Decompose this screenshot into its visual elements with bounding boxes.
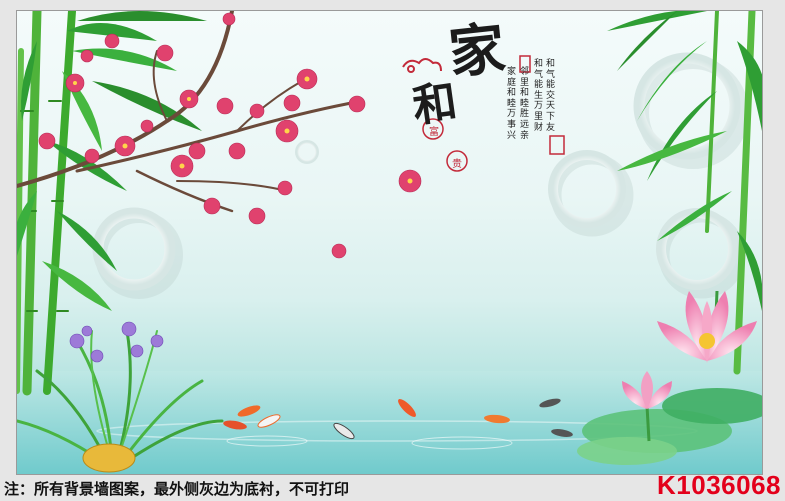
- wallpaper-mural: 家 和 富 贵 和气能交天下友 和气能生万里财 邻里和睦胜远亲 家庭和睦万事兴: [16, 10, 763, 475]
- calligraphy-block: 家 和 富 贵 和气能交天下友 和气能生万里财 邻里和睦胜远亲 家庭和睦万事兴: [409, 15, 589, 187]
- golden-rock: [82, 443, 136, 473]
- poem-column-1: 和气能交天下友: [545, 59, 555, 133]
- calligraphy-char-jia: 家: [445, 15, 509, 87]
- white-ring: [92, 207, 183, 299]
- mural-artwork: [17, 11, 762, 474]
- poem-column-3: 邻里和睦胜远亲: [519, 67, 529, 141]
- bamboo-left: [17, 11, 76, 396]
- print-note: 注：所有背景墙图案，最外侧灰边为底衬，不可打印: [4, 480, 350, 498]
- poem-column-4: 家庭和睦万事兴: [506, 67, 516, 141]
- product-code: K1036068: [657, 470, 781, 500]
- white-ring: [295, 140, 319, 164]
- white-ring: [656, 208, 746, 299]
- seal-fu: 富: [429, 127, 439, 138]
- seal-gui: 贵: [452, 159, 462, 170]
- poem-column-2: 和气能生万里财: [533, 59, 543, 133]
